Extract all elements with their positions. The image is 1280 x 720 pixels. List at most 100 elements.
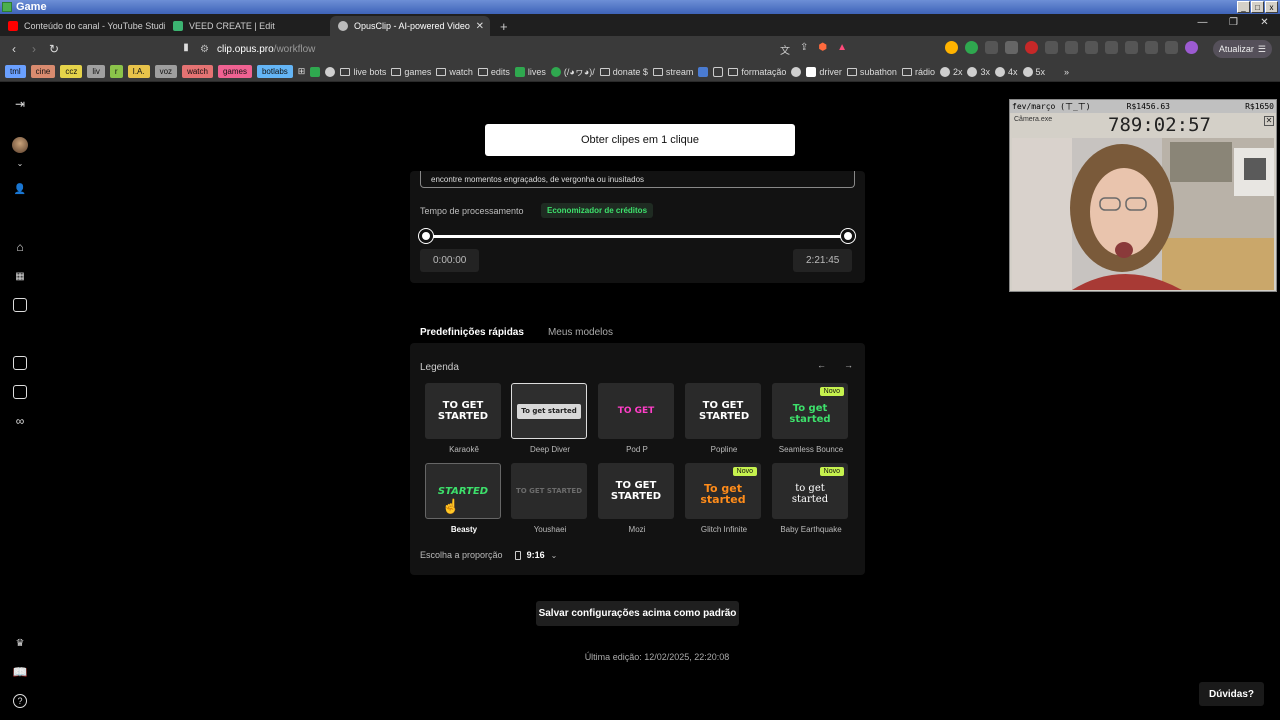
bookmark-chip[interactable]: liv (87, 65, 105, 78)
arrow-right-icon[interactable]: → (844, 360, 853, 370)
share-icon[interactable]: ⇪ (800, 42, 808, 57)
close-tab-icon[interactable]: ✕ (476, 21, 484, 32)
browser-close-button[interactable]: ✕ (1249, 14, 1280, 36)
bookmark-icon[interactable] (325, 66, 336, 77)
bookmark-icon[interactable]: ▮ (176, 42, 196, 53)
site-info-icon[interactable]: ⚙ (200, 44, 209, 55)
save-defaults-button[interactable]: Salvar configurações acima como padrão (536, 601, 739, 626)
prompt-input[interactable]: encontre momentos engraçados, de vergonh… (420, 171, 855, 188)
reload-icon[interactable]: ↻ (44, 42, 64, 56)
help-icon[interactable]: ? (13, 694, 27, 708)
caption-style-pod-p[interactable]: TO GET Pod P (598, 383, 676, 454)
extension-icon[interactable] (1145, 41, 1158, 54)
window-minimize-button[interactable]: _ (1237, 1, 1250, 13)
get-clips-button[interactable]: Obter clipes em 1 clique (485, 124, 795, 156)
bookmark-chip[interactable]: voz (154, 65, 178, 78)
tab-veed[interactable]: VEED CREATE | Edit (165, 16, 330, 36)
tab-quick-presets[interactable]: Predefinições rápidas (410, 324, 534, 341)
expand-sidebar-icon[interactable]: ⇥ (13, 97, 27, 111)
caption-style-mozi[interactable]: TO GET STARTED Mozi (598, 463, 676, 534)
tab-my-templates[interactable]: Meus modelos (538, 324, 623, 341)
extension-icon[interactable] (1025, 41, 1038, 54)
link-icon[interactable]: ∞ (13, 414, 27, 428)
avatar[interactable] (12, 137, 28, 153)
extension-icon[interactable] (965, 41, 978, 54)
url-bar[interactable]: ⚙ clip.opus.pro/workflow (200, 40, 870, 58)
rewards-icon[interactable]: ▲ (837, 42, 847, 57)
bookmark-folder-formatacao[interactable]: formatação (728, 67, 786, 77)
bookmark-chip[interactable]: botlabs (256, 65, 293, 78)
end-time-field[interactable]: 2:21:45 (793, 249, 853, 272)
bookmark-chip[interactable]: r (109, 65, 123, 78)
calendar-icon[interactable] (13, 356, 27, 370)
bookmark-chip[interactable]: watch (182, 65, 213, 78)
tab-opusclip[interactable]: OpusClip - AI-powered Video Re ✕ (330, 16, 490, 36)
bookmark-folder-watch[interactable]: watch (436, 67, 473, 77)
brave-shield-icon[interactable]: ⬢ (818, 42, 827, 57)
forward-icon[interactable]: › (24, 42, 44, 56)
extension-icon[interactable] (1005, 41, 1018, 54)
browser-minimize-button[interactable]: — (1187, 14, 1218, 36)
update-browser-button[interactable]: Atualizar ☰ (1212, 40, 1272, 58)
caption-style-baby-earthquake[interactable]: Novo to get started Baby Earthquake (772, 463, 850, 534)
bookmark-lives[interactable]: lives (514, 66, 546, 77)
home-icon[interactable]: ⌂ (13, 240, 27, 254)
tab-youtube-studio[interactable]: Conteúdo do canal - YouTube Studio (0, 16, 165, 36)
new-tab-button[interactable]: + (500, 16, 508, 36)
extension-icon[interactable] (1125, 41, 1138, 54)
aspect-ratio-selector[interactable]: Escolha a proporção 9:16 ⌄ (420, 550, 557, 560)
extension-icon[interactable] (1165, 41, 1178, 54)
bookmark-driver[interactable]: driver (806, 66, 842, 77)
window-maximize-button[interactable]: □ (1251, 1, 1264, 13)
more-bookmarks-icon[interactable]: » (1064, 67, 1069, 77)
caption-style-seamless-bounce[interactable]: Novo To get started Seamless Bounce (772, 383, 850, 454)
bookmark-4x[interactable]: 4x (995, 66, 1018, 77)
range-start-handle[interactable] (419, 229, 433, 243)
translate-icon[interactable]: 文 (780, 42, 790, 57)
book-icon[interactable]: 📖 (13, 665, 28, 679)
bookmark-chip[interactable]: games (217, 65, 252, 78)
bookmark-chip[interactable]: tml (5, 65, 26, 78)
bookmark-kaomoji[interactable]: (/◕ヮ◕)/ (550, 65, 595, 78)
bookmark-folder-live-bots[interactable]: live bots (340, 67, 386, 77)
extension-icon[interactable] (985, 41, 998, 54)
caption-style-deep-diver[interactable]: To get started Deep Diver (511, 383, 589, 454)
extension-icon[interactable] (1085, 41, 1098, 54)
time-range-track[interactable] (426, 235, 848, 238)
back-icon[interactable]: ‹ (4, 42, 24, 56)
caption-style-youshaei[interactable]: TO GET STARTED Youshaei (511, 463, 589, 534)
crown-icon[interactable]: ♛ (13, 636, 27, 650)
bookmark-folder-donate[interactable]: donate $ (599, 67, 648, 77)
puzzle-icon[interactable] (1065, 41, 1078, 54)
arrow-left-icon[interactable]: ← (817, 360, 826, 370)
window-close-button[interactable]: x (1265, 1, 1278, 13)
sidebar-icon[interactable] (1105, 41, 1118, 54)
caption-style-glitch-infinite[interactable]: Novo To get started Glitch Infinite (685, 463, 763, 534)
bookmark-folder-subathon[interactable]: subathon (846, 67, 897, 77)
add-user-icon[interactable]: 👤 (13, 182, 27, 196)
apps-icon[interactable]: ▦ (13, 269, 27, 283)
caption-style-popline[interactable]: TO GET STARTED Popline (685, 383, 763, 454)
profile-icon[interactable] (1185, 41, 1198, 54)
bookmark-folder-edits[interactable]: edits (477, 67, 510, 77)
caption-style-beasty[interactable]: STARTED ☝ Beasty (425, 463, 503, 534)
apps-grid-icon[interactable]: ⊞ (298, 66, 306, 77)
analytics-icon[interactable] (13, 385, 27, 399)
bookmark-chip[interactable]: cine (30, 65, 56, 78)
bookmark-icon[interactable] (310, 66, 321, 77)
bookmark-chip[interactable]: ccz (60, 65, 83, 78)
browser-restore-button[interactable]: ❐ (1218, 14, 1249, 36)
chevron-down-icon[interactable]: ⌄ (13, 156, 27, 170)
bookmark-folder-radio[interactable]: rádio (901, 67, 935, 77)
extension-icon[interactable] (945, 41, 958, 54)
bookmark-3x[interactable]: 3x (967, 66, 990, 77)
bookmark-icon[interactable] (713, 66, 724, 77)
bookmark-icon[interactable] (791, 66, 802, 77)
bookmark-folder-games[interactable]: games (391, 67, 431, 77)
bookmark-chip[interactable]: I.A. (127, 65, 150, 78)
start-time-field[interactable]: 0:00:00 (420, 249, 480, 272)
help-button[interactable]: Dúvidas? (1199, 682, 1264, 706)
folder-icon[interactable] (13, 298, 27, 312)
bookmark-5x[interactable]: 5x (1022, 66, 1045, 77)
bookmark-icon[interactable] (698, 66, 709, 77)
